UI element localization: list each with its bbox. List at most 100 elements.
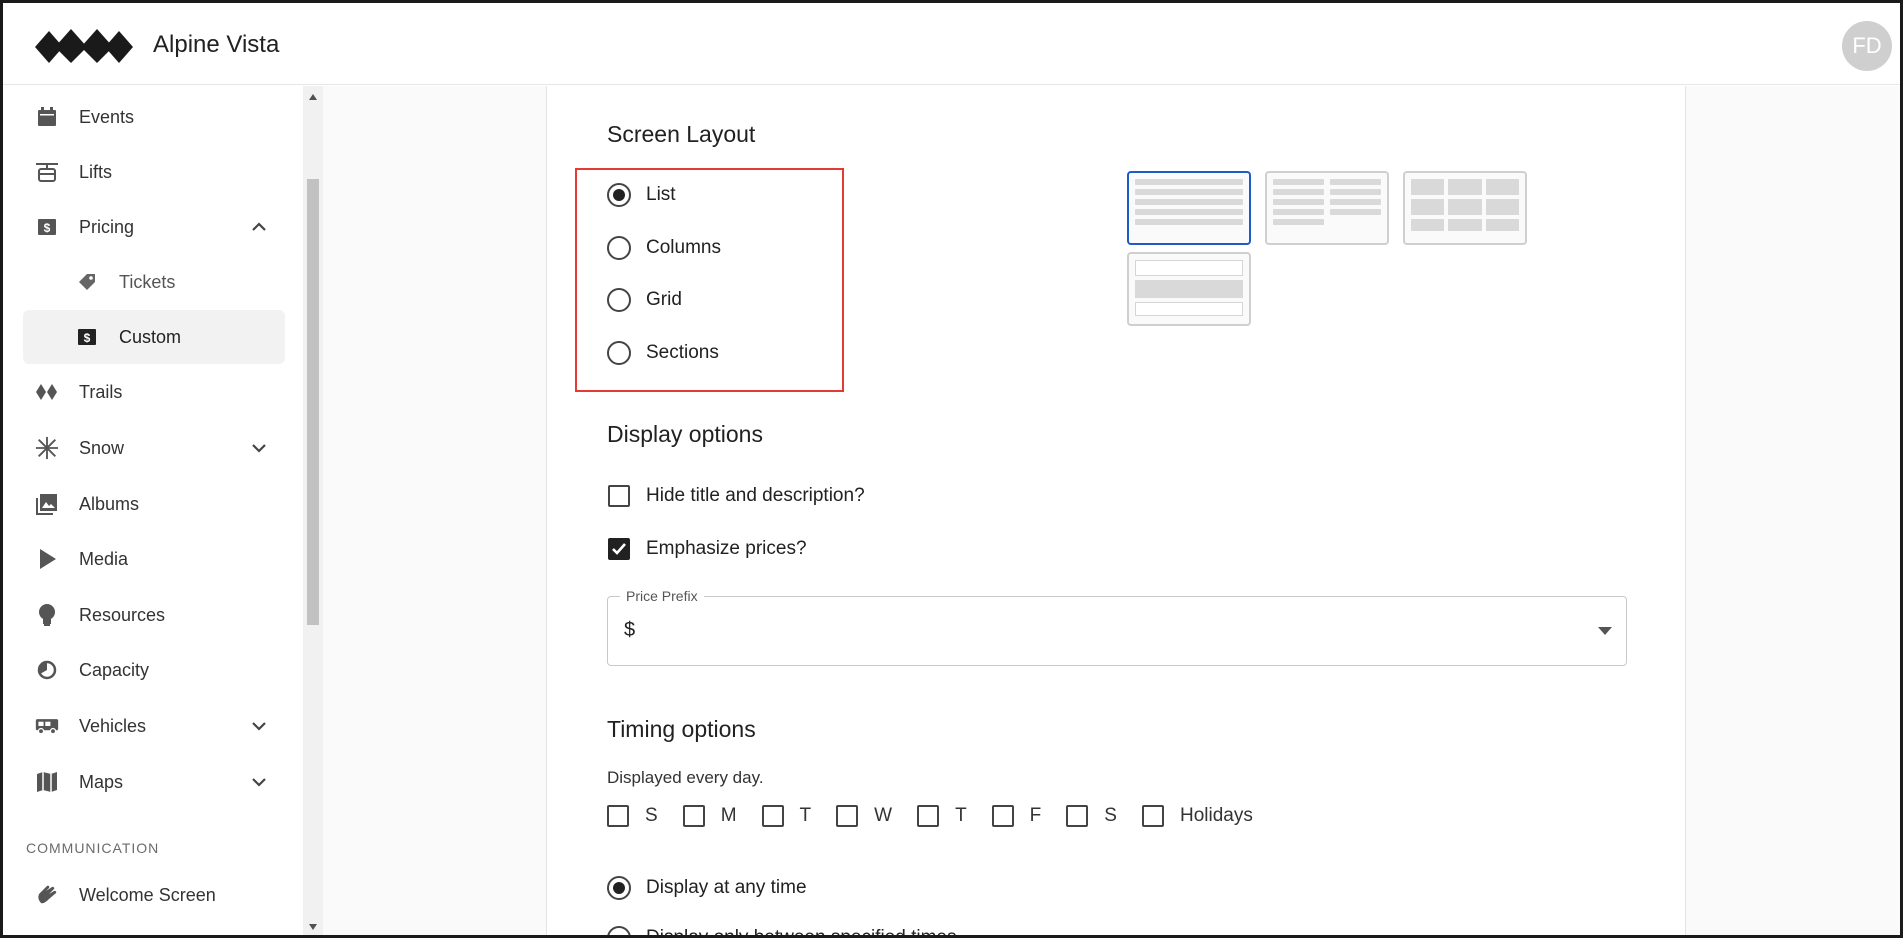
- checkbox-unchecked[interactable]: [761, 805, 784, 827]
- sidebar-item-label: Albums: [79, 493, 140, 514]
- scroll-up-arrow-icon[interactable]: [308, 92, 318, 102]
- day-option-sunday[interactable]: S: [607, 805, 658, 827]
- photos-icon: [35, 492, 59, 516]
- sidebar-item-tickets[interactable]: Tickets: [23, 255, 285, 309]
- timing-options-heading: Timing options: [607, 716, 756, 742]
- sidebar-item-custom[interactable]: $ Custom: [23, 310, 285, 364]
- radio-label: Display at any time: [646, 877, 807, 898]
- sidebar-scrollbar[interactable]: [303, 86, 323, 935]
- checkbox-unchecked[interactable]: [836, 805, 859, 827]
- scroll-down-arrow-icon[interactable]: [308, 922, 318, 932]
- sidebar-item-lifts[interactable]: Lifts: [23, 145, 285, 199]
- day-selector: S M T W T F S Holidays: [607, 805, 1278, 827]
- sidebar-item-snow[interactable]: Snow: [23, 421, 285, 475]
- map-icon: [35, 770, 59, 794]
- sidebar-item-trails[interactable]: Trails: [23, 365, 285, 419]
- radio-label: Columns: [646, 237, 721, 258]
- sidebar-item-label: Resources: [79, 604, 166, 625]
- checkbox-unchecked[interactable]: [608, 485, 630, 507]
- checkbox-unchecked[interactable]: [1141, 805, 1164, 827]
- radio-button[interactable]: [607, 288, 631, 312]
- day-option-wednesday[interactable]: W: [836, 805, 892, 827]
- sidebar-item-albums[interactable]: Albums: [23, 477, 285, 531]
- top-bar: Alpine Vista FD: [3, 3, 1900, 85]
- sidebar: Events Lifts $ Pricing Tickets $ Custom …: [3, 86, 303, 935]
- wave-hand-icon: [35, 883, 59, 907]
- sidebar-item-capacity[interactable]: Capacity: [23, 643, 285, 697]
- sidebar-item-welcome-screen[interactable]: Welcome Screen: [23, 868, 285, 922]
- sidebar-item-pricing[interactable]: $ Pricing: [23, 200, 285, 254]
- layout-thumbnail-list[interactable]: [1127, 171, 1251, 245]
- svg-text:$: $: [84, 331, 91, 345]
- sidebar-item-label: Custom: [119, 326, 182, 347]
- day-label: T: [799, 805, 812, 826]
- day-option-monday[interactable]: M: [682, 805, 737, 827]
- sidebar-item-vehicles[interactable]: Vehicles: [23, 699, 285, 753]
- day-option-thursday[interactable]: T: [917, 805, 967, 827]
- radio-button[interactable]: [607, 236, 631, 260]
- dollar-badge-icon: $: [75, 325, 99, 349]
- checkbox-unchecked[interactable]: [607, 805, 629, 827]
- layout-option-list[interactable]: List: [607, 183, 676, 207]
- day-label: S: [645, 805, 658, 826]
- chevron-down-icon[interactable]: [247, 436, 271, 460]
- user-avatar[interactable]: FD: [1842, 21, 1892, 71]
- display-any-time-option[interactable]: Display at any time: [607, 876, 807, 900]
- checkbox-unchecked[interactable]: [682, 805, 705, 827]
- day-option-saturday[interactable]: S: [1066, 805, 1117, 827]
- sidebar-item-label: Media: [79, 548, 129, 569]
- emphasize-prices-option[interactable]: Emphasize prices?: [608, 538, 807, 560]
- day-label: F: [1029, 805, 1042, 826]
- chevron-up-icon[interactable]: [247, 215, 271, 239]
- display-between-times-option[interactable]: Display only between specified times: [607, 926, 957, 935]
- radio-label: List: [646, 184, 676, 205]
- checkbox-unchecked[interactable]: [991, 805, 1014, 827]
- gondola-icon: [35, 160, 59, 184]
- layout-option-sections[interactable]: Sections: [607, 341, 719, 365]
- dropdown-caret-icon[interactable]: [1598, 627, 1612, 635]
- bus-icon: [35, 714, 59, 738]
- radio-button[interactable]: [607, 926, 631, 935]
- sidebar-item-maps[interactable]: Maps: [23, 755, 285, 809]
- layout-thumbnail-grid[interactable]: [1403, 171, 1527, 245]
- layout-thumbnail-columns[interactable]: [1265, 171, 1389, 245]
- radio-label: Sections: [646, 342, 719, 363]
- timing-summary: Displayed every day.: [607, 768, 764, 787]
- sidebar-item-label: Pricing: [79, 216, 135, 237]
- sidebar-item-label: Trails: [79, 381, 123, 402]
- day-option-friday[interactable]: F: [991, 805, 1042, 827]
- sidebar-item-label: Events: [79, 106, 135, 127]
- app-window: Alpine Vista FD Events Lifts $ Pricing T…: [0, 0, 1903, 938]
- sidebar-item-events[interactable]: Events: [23, 90, 285, 144]
- scroll-thumb[interactable]: [307, 179, 319, 625]
- radio-button-selected[interactable]: [607, 876, 631, 900]
- price-prefix-select[interactable]: Price Prefix $: [607, 588, 1627, 666]
- sidebar-item-media[interactable]: Media: [23, 532, 285, 586]
- sidebar-item-label: Snow: [79, 437, 125, 458]
- radio-button-selected[interactable]: [607, 183, 631, 207]
- dollar-badge-icon: $: [35, 215, 59, 239]
- sidebar-item-resources[interactable]: Resources: [23, 588, 285, 642]
- layout-thumbnail-sections[interactable]: [1127, 252, 1251, 326]
- price-prefix-label: Price Prefix: [620, 588, 704, 604]
- hide-title-option[interactable]: Hide title and description?: [608, 485, 865, 507]
- screen-layout-heading: Screen Layout: [607, 121, 756, 147]
- day-option-holidays[interactable]: Holidays: [1141, 805, 1253, 827]
- snowflake-icon: [35, 436, 59, 460]
- layout-option-columns[interactable]: Columns: [607, 236, 721, 260]
- sidebar-item-label: Capacity: [79, 659, 150, 680]
- display-options-heading: Display options: [607, 421, 763, 447]
- checkbox-unchecked[interactable]: [1066, 805, 1089, 827]
- sidebar-item-label: Vehicles: [79, 715, 147, 736]
- chevron-down-icon[interactable]: [247, 770, 271, 794]
- chevron-down-icon[interactable]: [247, 714, 271, 738]
- play-icon: [35, 547, 59, 571]
- app-title: Alpine Vista: [153, 31, 280, 58]
- checkbox-checked[interactable]: [608, 538, 630, 560]
- layout-option-grid[interactable]: Grid: [607, 288, 682, 312]
- day-label: M: [720, 805, 737, 826]
- sidebar-item-label: Maps: [79, 771, 124, 792]
- checkbox-unchecked[interactable]: [917, 805, 940, 827]
- radio-button[interactable]: [607, 341, 631, 365]
- day-option-tuesday[interactable]: T: [761, 805, 812, 827]
